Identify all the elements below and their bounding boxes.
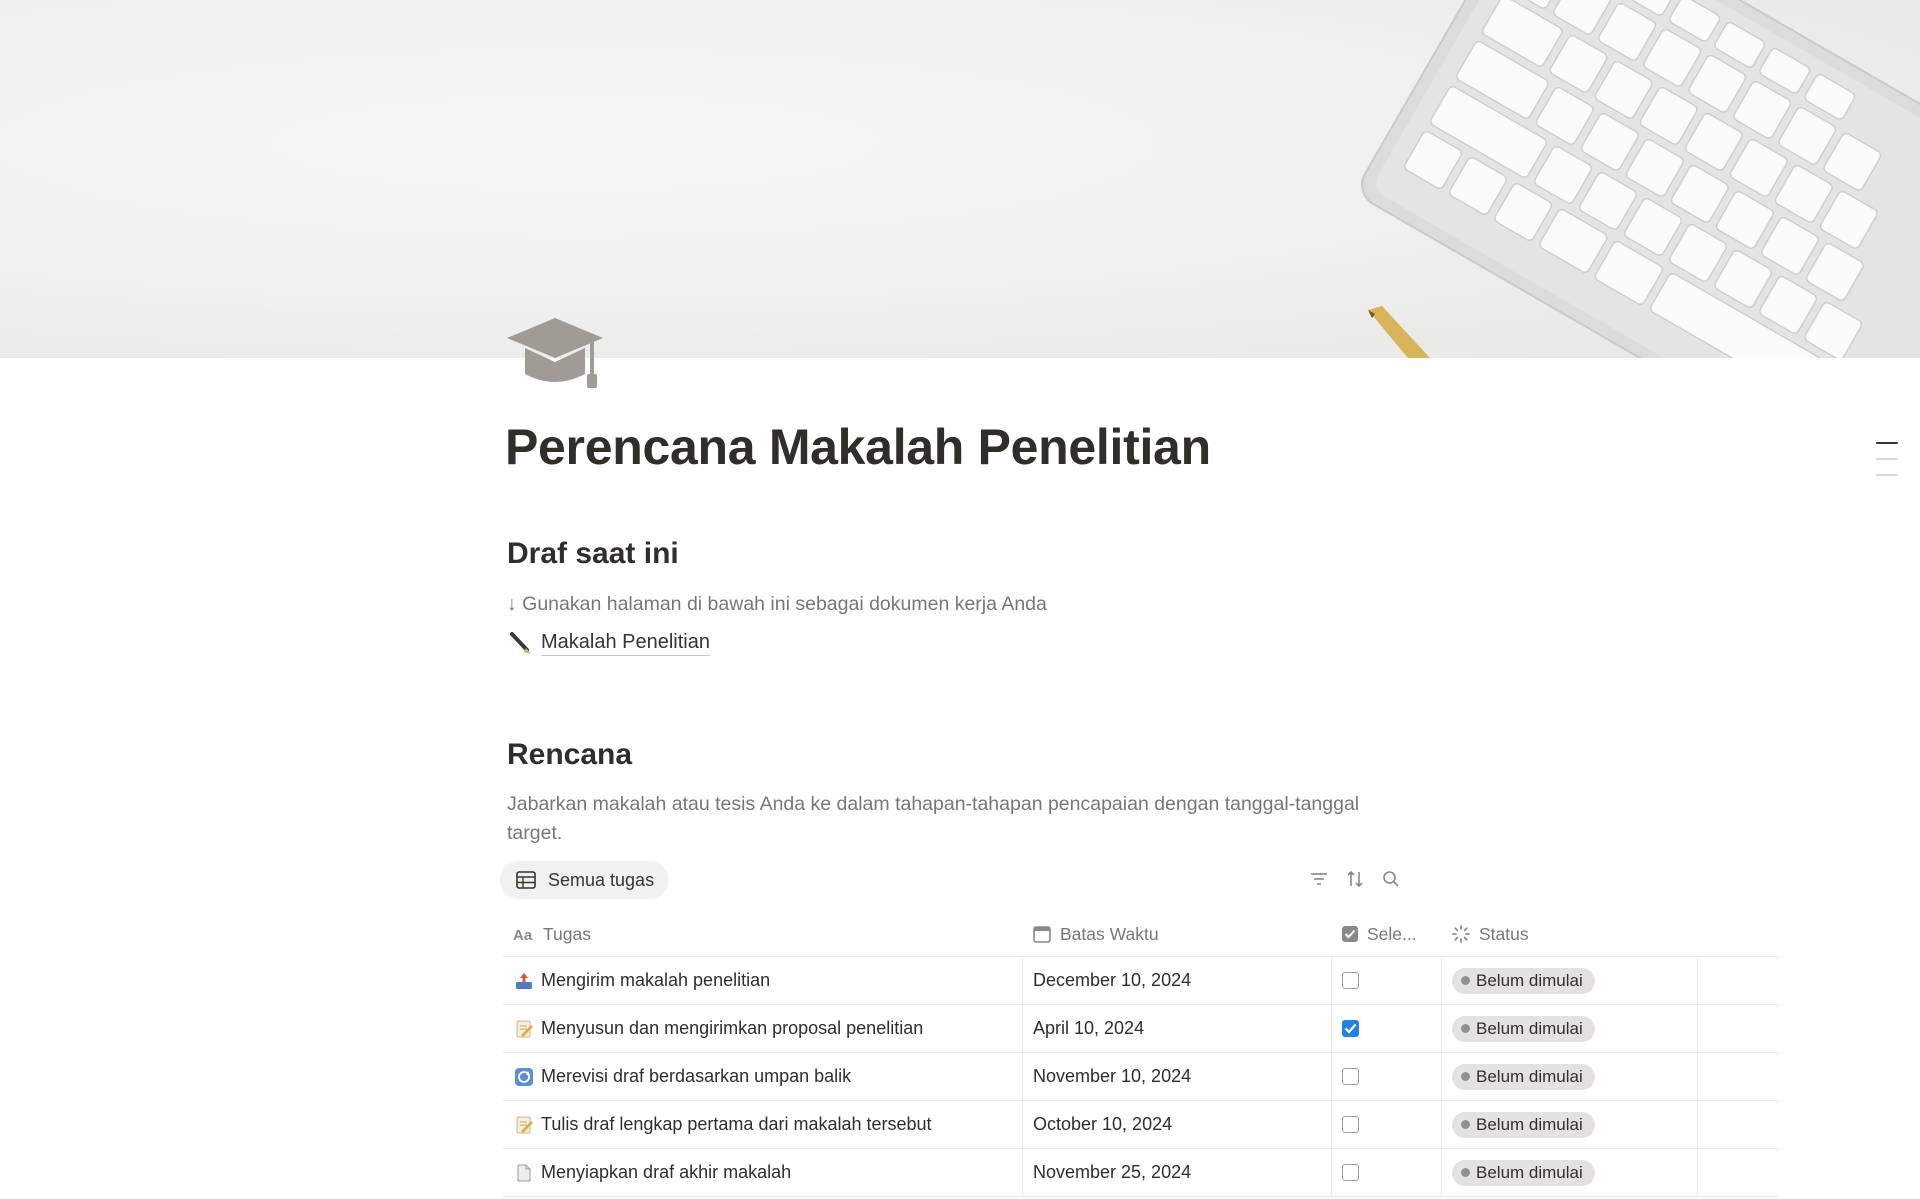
view-tab-label: Semua tugas	[548, 869, 655, 890]
page-title[interactable]: Perencana Makalah Penelitian	[505, 418, 1211, 476]
task-title[interactable]: Menyusun dan mengirimkan proposal peneli…	[541, 1018, 923, 1039]
empty-cell	[1697, 957, 1779, 1004]
status-cell[interactable]: Belum dimulai	[1441, 1053, 1697, 1100]
table-row[interactable]: Merevisi draf berdasarkan umpan balik No…	[503, 1053, 1779, 1101]
text-property-icon: Aa	[513, 927, 533, 942]
task-title[interactable]: Mengirim makalah penelitian	[541, 970, 770, 991]
draft-link-label[interactable]: Makalah Penelitian	[541, 631, 710, 656]
checkbox-property-icon	[1342, 926, 1358, 942]
status-loader-icon	[1452, 925, 1470, 943]
memo-icon	[513, 1018, 535, 1040]
done-cell[interactable]	[1331, 1101, 1441, 1148]
table-header: Aa Tugas Batas Waktu Sele... Status	[503, 912, 1779, 957]
status-label: Belum dimulai	[1476, 970, 1583, 990]
status-badge[interactable]: Belum dimulai	[1452, 1111, 1595, 1138]
status-badge[interactable]: Belum dimulai	[1452, 1015, 1595, 1042]
draft-heading[interactable]: Draf saat ini	[507, 537, 679, 571]
task-cell[interactable]: Tulis draf lengkap pertama dari makalah …	[503, 1101, 1022, 1148]
svg-text:Aa: Aa	[513, 927, 533, 942]
pen-icon	[507, 630, 533, 656]
status-badge[interactable]: Belum dimulai	[1452, 1063, 1595, 1090]
status-label: Belum dimulai	[1476, 1114, 1583, 1134]
sort-icon[interactable]	[1344, 868, 1366, 890]
draft-hint[interactable]: ↓ Gunakan halaman di bawah ini sebagai d…	[507, 590, 1047, 619]
done-checkbox[interactable]	[1342, 1116, 1359, 1133]
arrows-cycle-icon	[513, 1066, 535, 1088]
table-row[interactable]: Mengirim makalah penelitian December 10,…	[503, 957, 1779, 1005]
page-icon	[513, 1162, 535, 1184]
empty-cell	[1697, 1101, 1779, 1148]
memo-icon	[513, 1114, 535, 1136]
column-header-done[interactable]: Sele...	[1331, 912, 1441, 956]
done-checkbox[interactable]	[1342, 1068, 1359, 1085]
outbox-tray-icon	[513, 970, 535, 992]
deadline-cell[interactable]: November 10, 2024	[1022, 1053, 1331, 1100]
empty-cell	[1697, 1149, 1779, 1196]
deadline-cell[interactable]: November 25, 2024	[1022, 1149, 1331, 1196]
task-title[interactable]: Tulis draf lengkap pertama dari makalah …	[541, 1114, 932, 1135]
task-cell[interactable]: Mengirim makalah penelitian	[503, 957, 1022, 1004]
column-header-deadline[interactable]: Batas Waktu	[1022, 912, 1331, 956]
graduation-cap-icon[interactable]	[505, 316, 605, 392]
table-row[interactable]: Tulis draf lengkap pertama dari makalah …	[503, 1101, 1779, 1149]
plan-heading[interactable]: Rencana	[507, 738, 632, 772]
check-icon	[1344, 1023, 1357, 1034]
status-badge[interactable]: Belum dimulai	[1452, 967, 1595, 994]
done-cell[interactable]	[1331, 957, 1441, 1004]
status-label: Belum dimulai	[1476, 1066, 1583, 1086]
cover-image[interactable]	[0, 0, 1920, 358]
done-cell[interactable]	[1331, 1149, 1441, 1196]
deadline-cell[interactable]: April 10, 2024	[1022, 1005, 1331, 1052]
filter-icon[interactable]	[1308, 868, 1330, 890]
calendar-icon	[1033, 926, 1051, 943]
tasks-table: Aa Tugas Batas Waktu Sele... Status Meng…	[503, 912, 1779, 1197]
empty-cell	[1697, 1053, 1779, 1100]
table-row[interactable]: Menyiapkan draf akhir makalah November 2…	[503, 1149, 1779, 1197]
column-label-deadline: Batas Waktu	[1060, 923, 1159, 944]
status-cell[interactable]: Belum dimulai	[1441, 1005, 1697, 1052]
status-label: Belum dimulai	[1476, 1018, 1583, 1038]
deadline-cell[interactable]: October 10, 2024	[1022, 1101, 1331, 1148]
database-toolbar	[1308, 868, 1402, 890]
deadline-cell[interactable]: December 10, 2024	[1022, 957, 1331, 1004]
task-cell[interactable]: Merevisi draf berdasarkan umpan balik	[503, 1053, 1022, 1100]
column-label-status: Status	[1479, 923, 1529, 944]
done-checkbox[interactable]	[1342, 972, 1359, 989]
table-view-icon	[516, 871, 536, 889]
status-badge[interactable]: Belum dimulai	[1452, 1159, 1595, 1186]
search-icon[interactable]	[1380, 868, 1402, 890]
table-of-contents-indicator[interactable]	[1876, 442, 1898, 490]
column-header-task[interactable]: Aa Tugas	[503, 912, 1022, 956]
column-header-status[interactable]: Status	[1441, 912, 1697, 956]
view-tab-all-tasks[interactable]: Semua tugas	[500, 861, 670, 899]
draft-page-link[interactable]: Makalah Penelitian	[507, 630, 710, 656]
task-title[interactable]: Menyiapkan draf akhir makalah	[541, 1162, 791, 1183]
plan-description[interactable]: Jabarkan makalah atau tesis Anda ke dala…	[507, 790, 1407, 848]
column-label-done: Sele...	[1367, 923, 1417, 944]
task-title[interactable]: Merevisi draf berdasarkan umpan balik	[541, 1066, 851, 1087]
done-cell[interactable]	[1331, 1053, 1441, 1100]
done-checkbox-checked[interactable]	[1342, 1020, 1359, 1037]
task-cell[interactable]: Menyusun dan mengirimkan proposal peneli…	[503, 1005, 1022, 1052]
column-header-empty	[1697, 912, 1779, 956]
status-label: Belum dimulai	[1476, 1162, 1583, 1182]
done-cell[interactable]	[1331, 1005, 1441, 1052]
column-label-task: Tugas	[543, 923, 591, 944]
status-cell[interactable]: Belum dimulai	[1441, 1149, 1697, 1196]
status-cell[interactable]: Belum dimulai	[1441, 1101, 1697, 1148]
table-row[interactable]: Menyusun dan mengirimkan proposal peneli…	[503, 1005, 1779, 1053]
status-cell[interactable]: Belum dimulai	[1441, 957, 1697, 1004]
task-cell[interactable]: Menyiapkan draf akhir makalah	[503, 1149, 1022, 1196]
empty-cell	[1697, 1005, 1779, 1052]
done-checkbox[interactable]	[1342, 1164, 1359, 1181]
keyboard-illustration	[1361, 0, 1920, 358]
